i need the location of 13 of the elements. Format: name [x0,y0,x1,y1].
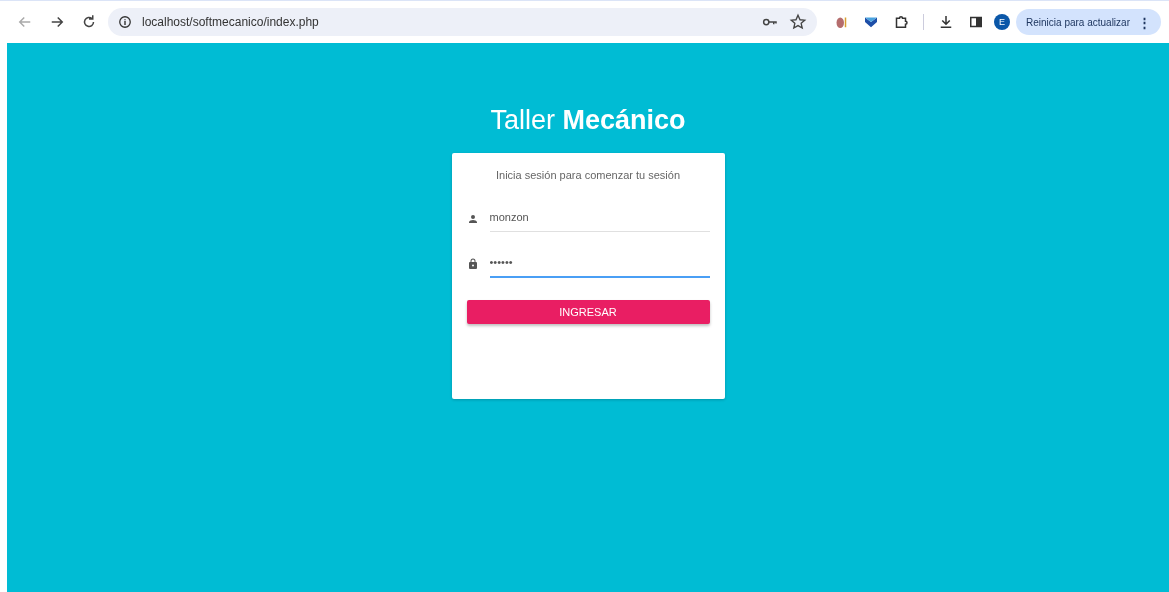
password-field[interactable]: •••••• [489,250,710,278]
submit-button[interactable]: INGRESAR [466,300,710,324]
url-text: localhost/softmecanico/index.php [142,15,319,29]
star-icon[interactable] [789,13,808,31]
lock-icon [466,258,479,270]
login-subtitle: Inicia sesión para comenzar tu sesión [494,169,681,181]
person-icon [466,212,479,225]
page-title: Taller Mecánico [490,105,686,137]
profile-avatar[interactable]: E [994,14,1011,30]
info-icon [118,15,132,29]
username-field[interactable]: monzon [489,205,710,232]
address-bar[interactable]: localhost/softmecanico/index.php [108,8,818,36]
update-button[interactable]: Reinicia para actualizar ⋮ [1016,9,1161,35]
